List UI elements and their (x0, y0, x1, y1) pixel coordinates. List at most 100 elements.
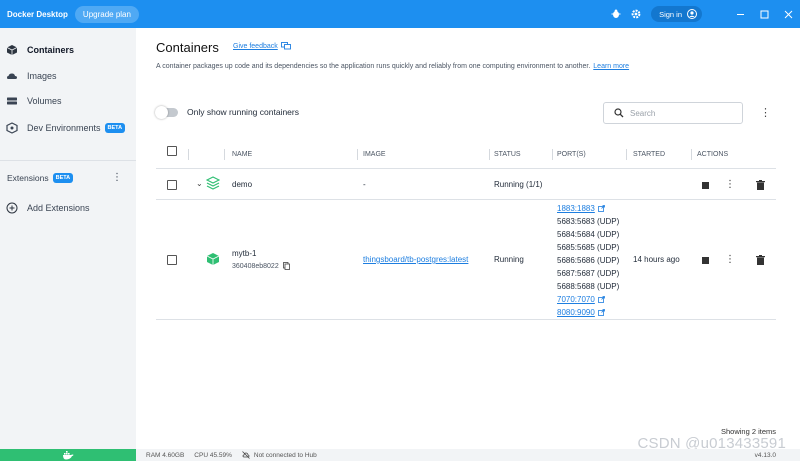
engine-status[interactable] (0, 449, 136, 461)
column-divider (357, 149, 358, 160)
column-divider (626, 149, 627, 160)
table-row[interactable]: ⌄ demo - Running (1/1) ⋮ (156, 170, 776, 200)
cpu-usage: CPU 45.59% (194, 451, 232, 459)
port-item[interactable]: 1883:1883 (557, 202, 619, 215)
learn-more-link[interactable]: Learn more (593, 63, 629, 70)
port-item[interactable]: 7070:7070 (557, 293, 619, 306)
search-input[interactable] (630, 108, 730, 118)
column-started[interactable]: STARTED (633, 151, 665, 158)
hub-disconnected-icon (242, 451, 250, 459)
volumes-icon (6, 95, 18, 107)
page-description: A container packages up code and its dep… (156, 63, 629, 70)
row-menu-icon[interactable]: ⋮ (724, 178, 736, 190)
row-checkbox[interactable] (167, 255, 177, 265)
status-bar: RAM 4.60GB CPU 45.59% Not connected to H… (0, 449, 800, 461)
stop-icon[interactable] (699, 254, 711, 266)
column-divider (552, 149, 553, 160)
ram-usage: RAM 4.60GB (146, 451, 185, 459)
delete-icon[interactable] (754, 179, 766, 191)
give-feedback-link[interactable]: Give feedback (233, 42, 291, 50)
container-image: - (363, 180, 366, 189)
sidebar-item-volumes[interactable]: Volumes (0, 91, 136, 111)
delete-icon[interactable] (754, 254, 766, 266)
ports-list: 1883:1883 5683:5683 (UDP) 5684:5684 (UDP… (557, 202, 619, 319)
dev-environments-icon (6, 122, 18, 134)
expand-chevron-icon[interactable]: ⌄ (196, 179, 203, 188)
add-extensions-button[interactable]: Add Extensions (0, 198, 136, 218)
select-all-checkbox[interactable] (167, 146, 177, 156)
more-options-icon[interactable]: ⋮ (760, 106, 771, 119)
stop-icon[interactable] (699, 179, 711, 191)
port-item: 5685:5685 (UDP) (557, 243, 620, 252)
port-item: 5688:5688 (UDP) (557, 282, 620, 291)
app-version: v4.13.0 (754, 451, 776, 459)
column-divider (188, 149, 189, 160)
docker-whale-icon (63, 450, 74, 459)
external-link-icon (597, 296, 605, 303)
plus-circle-icon (6, 202, 18, 214)
column-image[interactable]: IMAGE (363, 151, 386, 158)
search-icon (614, 108, 624, 118)
column-actions: ACTIONS (697, 151, 729, 158)
column-name[interactable]: NAME (232, 151, 252, 158)
gear-icon[interactable] (631, 9, 641, 19)
account-icon (687, 9, 697, 19)
container-id-text: 360408eb8022 (232, 262, 279, 270)
search-box (603, 102, 743, 124)
table-header: NAME IMAGE STATUS PORT(S) STARTED ACTION… (156, 141, 776, 169)
compose-stack-icon (205, 176, 221, 192)
give-feedback-label: Give feedback (233, 42, 278, 50)
container-status: Running (1/1) (494, 180, 543, 189)
port-item: 5684:5684 (UDP) (557, 230, 620, 239)
main-content: Containers Give feedback A container pac… (136, 28, 800, 449)
row-menu-icon[interactable]: ⋮ (724, 253, 736, 265)
sidebar-item-images[interactable]: Images (0, 66, 136, 86)
container-name[interactable]: mytb-1 (232, 249, 256, 258)
running-only-toggle[interactable] (155, 105, 178, 119)
description-text: A container packages up code and its dep… (156, 63, 591, 70)
sign-in-button[interactable]: Sign in (651, 6, 702, 22)
table-row[interactable]: mytb-1 360408eb8022 thingsboard/tb-postg… (156, 200, 776, 320)
bug-icon[interactable] (611, 9, 621, 19)
port-item: 5687:5687 (UDP) (557, 269, 620, 278)
external-link-icon (597, 309, 605, 316)
extensions-menu-icon[interactable]: ⋮ (112, 172, 122, 183)
column-ports[interactable]: PORT(S) (557, 151, 586, 158)
hub-status-text: Not connected to Hub (253, 451, 317, 459)
row-checkbox[interactable] (167, 180, 177, 190)
close-icon[interactable] (776, 0, 800, 28)
container-status: Running (494, 255, 524, 264)
sidebar-item-label: Volumes (27, 96, 62, 106)
maximize-icon[interactable] (752, 0, 776, 28)
column-status[interactable]: STATUS (494, 151, 521, 158)
sidebar-item-dev-environments[interactable]: Dev Environments BETA (0, 118, 136, 138)
upgrade-plan-button[interactable]: Upgrade plan (74, 5, 139, 23)
sidebar-item-label: Dev Environments (27, 123, 101, 133)
extensions-header: Extensions BETA ⋮ (0, 168, 136, 188)
hub-status: Not connected to Hub (242, 451, 317, 459)
feedback-icon (280, 42, 291, 50)
external-link-icon (597, 205, 605, 212)
port-item[interactable]: 8080:9090 (557, 306, 619, 319)
toggle-label: Only show running containers (187, 107, 299, 117)
running-container-icon (206, 252, 220, 268)
sidebar: Containers Images Volumes Dev Environmen… (0, 28, 136, 449)
minimize-icon[interactable] (728, 0, 752, 28)
page-title: Containers (156, 40, 219, 55)
sidebar-item-label: Containers (27, 45, 75, 55)
copy-icon[interactable] (282, 262, 290, 270)
sidebar-item-containers[interactable]: Containers (0, 40, 136, 60)
add-extensions-label: Add Extensions (27, 203, 90, 213)
port-item: 5683:5683 (UDP) (557, 217, 620, 226)
sign-in-label: Sign in (659, 9, 682, 19)
started-time: 14 hours ago (633, 255, 680, 264)
column-divider (489, 149, 490, 160)
container-name[interactable]: demo (232, 180, 252, 189)
sidebar-item-label: Images (27, 71, 57, 81)
port-item: 5686:5686 (UDP) (557, 256, 620, 265)
image-link[interactable]: thingsboard/tb-postgres:latest (363, 255, 468, 264)
images-icon (6, 70, 18, 82)
title-bar: Docker Desktop Upgrade plan Sign in (0, 0, 800, 28)
column-divider (691, 149, 692, 160)
containers-icon (6, 44, 18, 56)
